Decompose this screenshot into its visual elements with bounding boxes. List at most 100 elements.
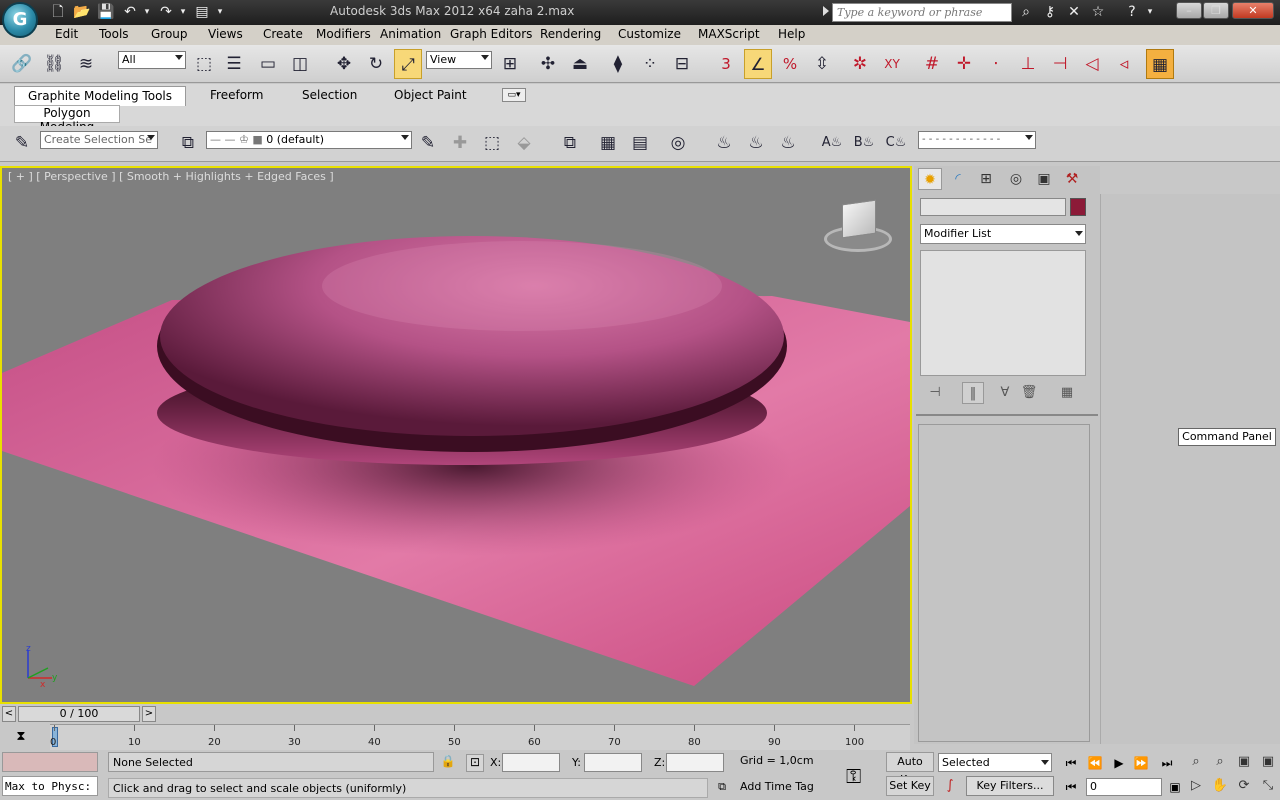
modify-tab-icon[interactable]: ◜ (946, 168, 970, 190)
pan-view-icon[interactable]: ✋ (1210, 776, 1230, 796)
key-filters-button[interactable]: Key Filters... (966, 776, 1054, 796)
x-coordinate-field[interactable] (502, 753, 560, 772)
layer-manager-icon[interactable]: ⧉ (174, 128, 202, 158)
schematic-view-icon[interactable]: ▤ (626, 128, 654, 158)
window-crossing-icon[interactable]: ◫ (286, 49, 314, 79)
make-unique-icon[interactable]: ∀ (994, 382, 1016, 404)
percent-snap-toggle-icon[interactable]: % (776, 49, 804, 79)
maximize-button[interactable]: ❐ (1203, 2, 1229, 19)
select-by-name-icon[interactable]: ☰ (220, 49, 248, 79)
tab-object-paint[interactable]: Object Paint (394, 86, 467, 106)
named-selection-dropdown[interactable]: Create Selection Se (40, 131, 158, 149)
material-editor-icon[interactable]: ◎ (664, 128, 692, 158)
grid-snap-icon[interactable]: # (918, 49, 946, 79)
maximize-viewport-icon[interactable]: ⤡ (1258, 776, 1278, 796)
unlink-icon[interactable]: ⛓ (40, 49, 68, 79)
spinner-snap-toggle-icon[interactable]: ⇳ (808, 49, 836, 79)
help-icon[interactable]: ? (1122, 3, 1142, 21)
layer-dropdown[interactable]: — — ♔ ■ 0 (default) (206, 131, 412, 149)
add-time-tag[interactable]: Add Time Tag (740, 780, 814, 793)
menu-group[interactable]: Group (151, 27, 188, 41)
render-setup-icon[interactable]: ▦ (1146, 49, 1174, 79)
search-input[interactable]: Type a keyword or phrase (832, 3, 1012, 22)
menu-modifiers[interactable]: Modifiers (316, 27, 371, 41)
tab-polygon-modeling[interactable]: Polygon Modeling (14, 105, 120, 134)
time-configuration-icon[interactable]: ▣ (1164, 778, 1186, 796)
line-style-dropdown[interactable]: - - - - - - - - - - - - (918, 131, 1036, 149)
subscription-icon[interactable]: ⚷ (1040, 3, 1060, 21)
menu-create[interactable]: Create (263, 27, 303, 41)
render-slot-c-icon[interactable]: C♨ (882, 128, 910, 158)
zoom-extents-all-icon[interactable]: ▣ (1258, 752, 1278, 772)
time-slider-thumb[interactable]: 0 / 100 (18, 706, 140, 722)
absolute-mode-icon[interactable]: ⊡ (466, 754, 484, 772)
go-to-start-icon[interactable]: ⏮ (1060, 754, 1082, 772)
save-icon[interactable]: 💾 (96, 3, 116, 21)
scene-explorer-icon[interactable]: ⧉ (556, 128, 584, 158)
rectangular-selection-icon[interactable]: ▭ (254, 49, 282, 79)
face-snap-icon[interactable]: ◁ (1078, 49, 1106, 79)
edge-snap-icon[interactable]: ⊣ (1046, 49, 1074, 79)
edit-named-selection-sets-icon[interactable]: ✎ (8, 128, 36, 158)
zoom-extents-icon[interactable]: ▣ (1234, 752, 1254, 772)
current-frame-field[interactable]: 0 (1086, 778, 1162, 796)
menu-customize[interactable]: Customize (618, 27, 681, 41)
array-icon[interactable]: ⁘ (636, 49, 664, 79)
midpoint-snap-icon[interactable]: ⊥ (1014, 49, 1042, 79)
align-icon[interactable]: ⊟ (668, 49, 696, 79)
pivot-center-icon[interactable]: ⊞ (496, 49, 524, 79)
ribbon-options-dropdown[interactable]: ▭▾ (502, 88, 526, 102)
select-object-icon[interactable]: ⬚ (190, 49, 218, 79)
hierarchy-tab-icon[interactable]: ⊞ (974, 168, 998, 190)
configure-modifier-sets-icon[interactable]: ▦ (1056, 382, 1078, 404)
render-setup-teapot-icon[interactable]: ♨ (710, 128, 738, 158)
next-frame-icon[interactable]: ⏩ (1130, 754, 1152, 772)
edit-named-selection-icon[interactable]: ✲ (846, 49, 874, 79)
field-of-view-icon[interactable]: ▷ (1186, 776, 1206, 796)
render-slot-a-icon[interactable]: A♨ (818, 128, 846, 158)
zoom-all-icon[interactable]: ⌕ (1210, 752, 1230, 772)
binoculars-icon[interactable]: ⌕ (1016, 3, 1036, 21)
close-button[interactable]: ✕ (1232, 2, 1274, 19)
time-slider-next-button[interactable]: > (142, 706, 156, 722)
display-tab-icon[interactable]: ▣ (1032, 168, 1056, 190)
menu-views[interactable]: Views (208, 27, 243, 41)
modifier-list-dropdown[interactable]: Modifier List (920, 224, 1086, 244)
tab-selection[interactable]: Selection (302, 86, 357, 106)
undo-dropdown-icon[interactable]: ▾ (142, 3, 152, 21)
mirror-icon[interactable]: ⧫ (604, 49, 632, 79)
menu-rendering[interactable]: Rendering (540, 27, 601, 41)
new-file-icon[interactable]: 🗋 (48, 3, 68, 21)
select-and-move-icon[interactable]: ✥ (330, 49, 358, 79)
object-name-field[interactable] (920, 198, 1066, 216)
reference-coordinate-dropdown[interactable]: View (426, 51, 492, 69)
open-file-icon[interactable]: 📂 (72, 3, 92, 21)
transform-xy-icon[interactable]: XY (878, 49, 906, 79)
select-layer-objects-icon[interactable]: ⬚ (478, 128, 506, 158)
select-and-manipulate-icon[interactable]: ✣ (534, 49, 562, 79)
redo-dropdown-icon[interactable]: ▾ (178, 3, 188, 21)
menu-animation[interactable]: Animation (380, 27, 441, 41)
key-mode-toggle-icon[interactable]: ⏮ (1060, 778, 1082, 796)
create-new-layer-icon[interactable]: ✎ (414, 128, 442, 158)
select-and-link-icon[interactable]: 🔗 (8, 49, 36, 79)
orbit-icon[interactable]: ⟳ (1234, 776, 1254, 796)
default-in-out-tangents-icon[interactable]: ∫ (940, 778, 960, 796)
render-production-icon[interactable]: ♨ (774, 128, 802, 158)
viewcube-icon[interactable] (824, 198, 892, 254)
perspective-viewport[interactable]: [ + ] [ Perspective ] [ Smooth + Highlig… (0, 166, 912, 704)
add-to-layer-icon[interactable]: ✚ (446, 128, 474, 158)
redo-icon[interactable]: ↷ (156, 3, 176, 21)
time-tag-icon[interactable]: ⧉ (714, 780, 730, 796)
remove-modifier-icon[interactable]: 🗑 (1018, 382, 1040, 404)
pin-stack-icon[interactable]: ⊣ (924, 382, 946, 404)
search-expand-icon[interactable] (823, 6, 829, 16)
endpoint-snap-icon[interactable]: ⋅ (982, 49, 1010, 79)
rendered-frame-icon[interactable]: ♨ (742, 128, 770, 158)
minimize-button[interactable]: – (1176, 2, 1202, 19)
previous-frame-icon[interactable]: ⏪ (1084, 754, 1106, 772)
menu-graph-editors[interactable]: Graph Editors (450, 27, 532, 41)
favorites-star-icon[interactable]: ☆ (1088, 3, 1108, 21)
bind-space-warp-icon[interactable]: ≋ (72, 49, 100, 79)
go-to-end-icon[interactable]: ⏭ (1156, 754, 1178, 772)
